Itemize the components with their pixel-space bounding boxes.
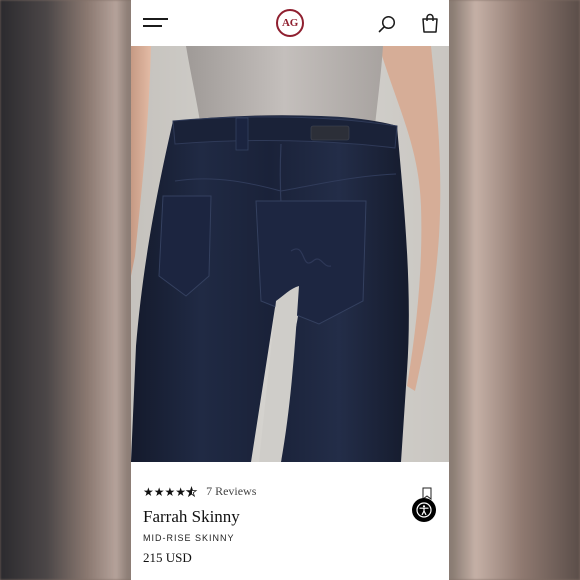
accessibility-icon (416, 502, 432, 518)
search-icon[interactable] (378, 15, 396, 33)
star-icon: ★ (143, 484, 154, 499)
product-info: ★ ★ ★ ★ ★ ★ 7 Reviews Farrah Skinny MID-… (131, 462, 449, 580)
product-price: 215 USD (143, 550, 192, 565)
product-image[interactable] (131, 46, 449, 462)
product-name: Farrah Skinny (143, 507, 240, 526)
shopping-bag-icon[interactable] (421, 13, 439, 33)
star-icon: ★ (175, 484, 187, 499)
accessibility-button[interactable] (412, 498, 436, 522)
star-rating: ★ ★ ★ ★ ★ ★ (143, 484, 198, 499)
half-star-icon: ★ ★ (186, 484, 198, 499)
star-icon: ★ (153, 484, 165, 499)
brand-logo-text: AG (282, 17, 298, 29)
star-icon: ★ (164, 484, 176, 499)
reviews-link[interactable]: 7 Reviews (206, 484, 256, 499)
product-subtitle: MID-RISE SKINNY (143, 533, 235, 543)
mobile-product-page: AG ★ ★ ★ ★ ★ ★ 7 Reviews Farrah Skinny M… (131, 0, 449, 580)
brand-logo[interactable]: AG (276, 9, 304, 37)
rating-row: ★ ★ ★ ★ ★ ★ 7 Reviews (143, 484, 256, 499)
site-header: AG (131, 0, 449, 46)
hamburger-menu-icon[interactable] (143, 16, 169, 30)
jeans-photo (131, 46, 449, 462)
